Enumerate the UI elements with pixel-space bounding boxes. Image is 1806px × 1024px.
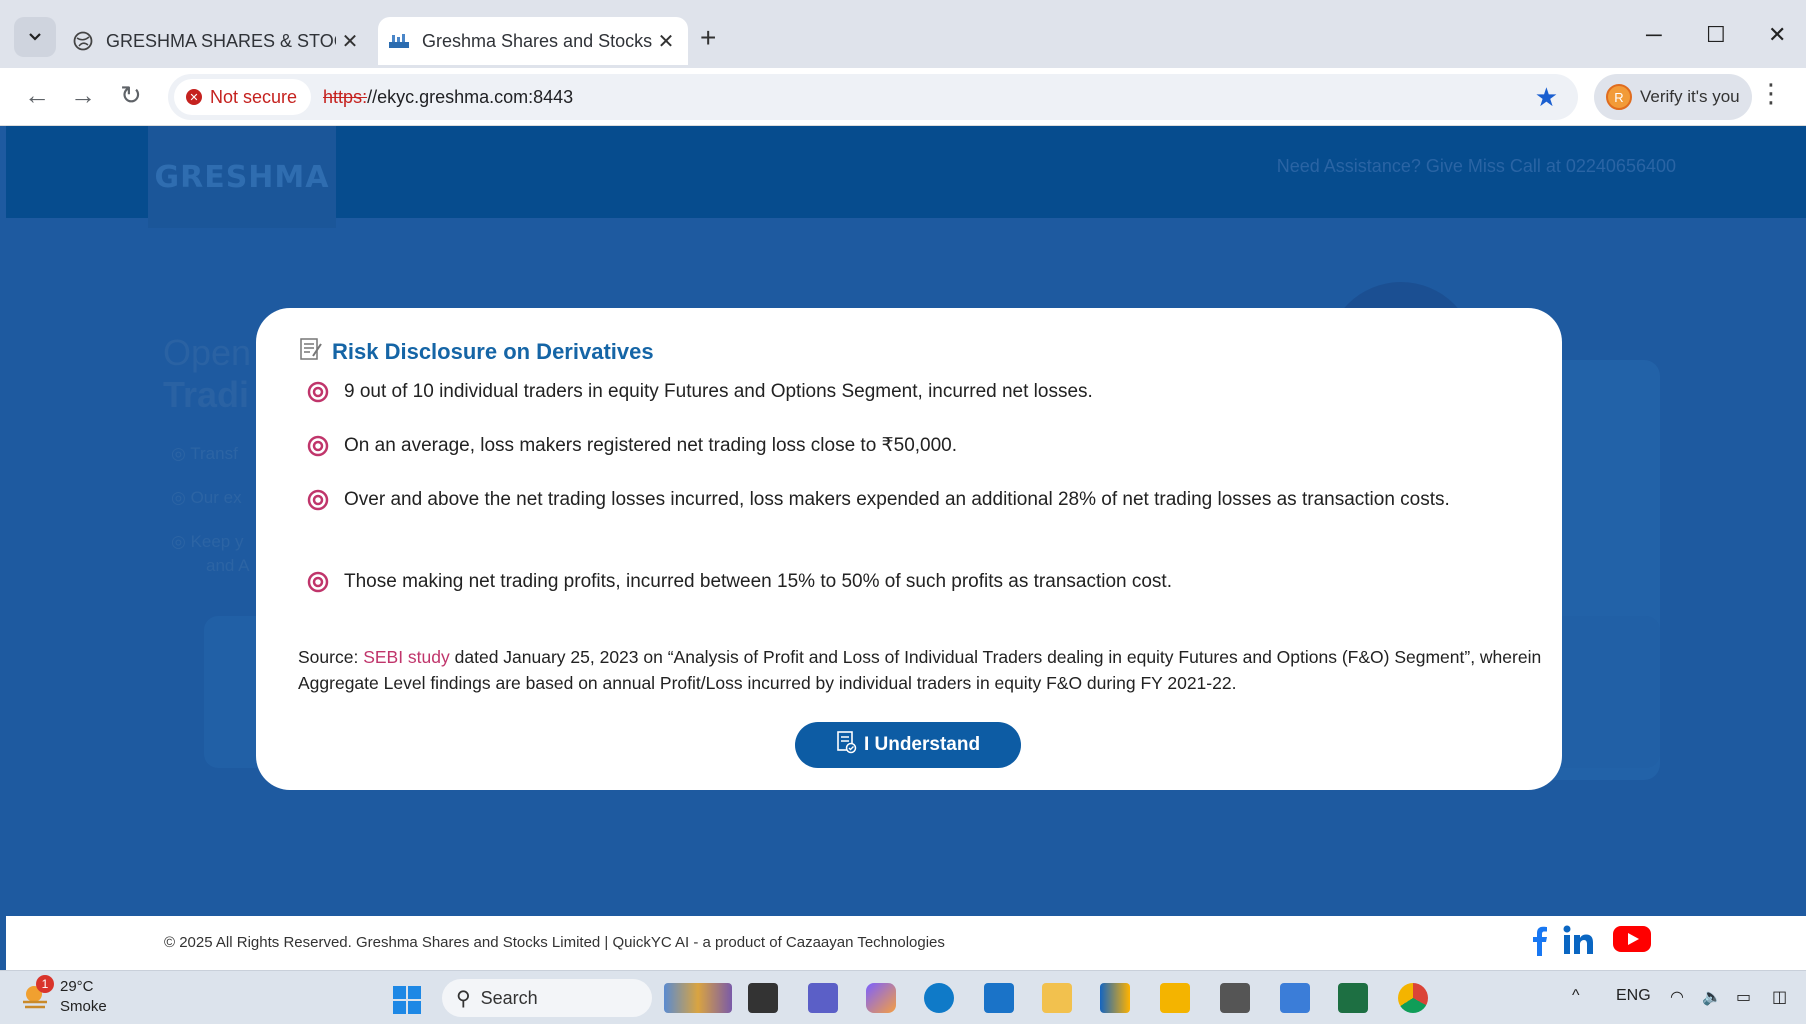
button-label: I Understand	[863, 734, 981, 755]
sebi-study-link[interactable]: SEBI study	[363, 647, 450, 667]
target-bullet-icon	[307, 435, 329, 457]
minimize-icon[interactable]: ─	[1646, 22, 1662, 48]
browser-toolbar: ← → ↻ ✕ Not secure https: //ekyc.greshma…	[0, 68, 1806, 126]
hero-line2: Tradi	[163, 374, 250, 415]
notifications-icon[interactable]: ◫	[1772, 987, 1787, 1007]
document-check-icon	[836, 730, 858, 760]
hero-bullet: ◎ Transf	[171, 444, 238, 463]
windows-start-icon[interactable]	[392, 985, 422, 1015]
url-scheme: https:	[323, 86, 368, 107]
search-icon: ⚲	[456, 987, 471, 1010]
browser-tab-bar: GRESHMA SHARES & STOCKS L ✕ Greshma Shar…	[0, 0, 1806, 68]
store-icon[interactable]	[1100, 983, 1130, 1013]
vnc-viewer-icon[interactable]	[1220, 983, 1250, 1013]
facebook-icon[interactable]	[1530, 924, 1548, 956]
close-tab-icon[interactable]: ✕	[652, 29, 680, 54]
close-window-icon[interactable]: ✕	[1768, 22, 1786, 48]
i-understand-button[interactable]: I Understand	[795, 722, 1021, 768]
tab-title: GRESHMA SHARES & STOCKS L	[106, 30, 336, 51]
weather-condition: Smoke	[60, 998, 107, 1015]
security-chip[interactable]: ✕ Not secure	[174, 79, 312, 115]
hero-heading: Open Tradi	[163, 332, 251, 416]
new-tab-icon[interactable]: +	[700, 22, 716, 54]
youtube-icon[interactable]	[1612, 924, 1652, 954]
volume-icon[interactable]: 🔈	[1702, 987, 1722, 1007]
disclosure-text: 9 out of 10 individual traders in equity…	[344, 381, 1093, 402]
profile-avatar: R	[1606, 84, 1632, 110]
site-favicon-icon	[388, 30, 410, 52]
browser-menu-icon[interactable]: ⋮	[1758, 78, 1784, 109]
weather-widget[interactable]: 1 29°C Smoke	[20, 975, 107, 1017]
mail-icon[interactable]	[984, 983, 1014, 1013]
tab-greshma-ekyc-active[interactable]: Greshma Shares and Stocks Lim ✕	[378, 17, 688, 65]
maximize-icon[interactable]: ☐	[1706, 22, 1726, 48]
notepad-icon[interactable]	[1280, 983, 1310, 1013]
linkedin-icon[interactable]	[1562, 924, 1596, 956]
file-explorer-icon[interactable]	[1042, 983, 1072, 1013]
disclosure-text: On an average, loss makers registered ne…	[344, 435, 958, 456]
risk-disclosure-modal: Risk Disclosure on Derivatives 9 out of …	[256, 308, 1562, 790]
verify-identity-button[interactable]: R Verify it's you	[1594, 74, 1752, 120]
hero-line1: Open	[163, 332, 252, 373]
document-edit-icon	[298, 336, 324, 368]
taskbar-search[interactable]: ⚲ Search	[442, 979, 652, 1017]
temperature: 29°C	[60, 978, 94, 995]
back-icon[interactable]: ←	[24, 80, 50, 111]
notification-badge: 1	[36, 975, 54, 993]
security-label: Not secure	[210, 86, 298, 107]
logo-text: GRESHMA	[154, 159, 330, 195]
windows-taskbar: 1 29°C Smoke ⚲ Search ^ ENG ◠ 🔈 ▭ ◫	[0, 970, 1806, 1024]
modal-title-text: Risk Disclosure on Derivatives	[332, 339, 654, 364]
copyright-text: © 2025 All Rights Reserved. Greshma Shar…	[164, 934, 945, 951]
disclosure-point: 9 out of 10 individual traders in equity…	[306, 378, 1556, 406]
terminal-icon[interactable]	[748, 983, 778, 1013]
chrome-icon[interactable]	[1398, 983, 1428, 1013]
copilot-icon[interactable]	[866, 983, 896, 1013]
excel-icon[interactable]	[1338, 983, 1368, 1013]
tab-search-dropdown-icon[interactable]	[14, 17, 56, 57]
source-note: Source: SEBI study dated January 25, 202…	[298, 647, 1542, 693]
battery-icon[interactable]: ▭	[1736, 987, 1751, 1007]
target-bullet-icon	[307, 489, 329, 511]
modal-title: Risk Disclosure on Derivatives	[298, 336, 654, 368]
language-indicator[interactable]: ENG	[1616, 987, 1651, 1005]
forward-icon[interactable]: →	[70, 80, 96, 111]
hero-bullet: and A	[206, 556, 250, 575]
close-tab-icon[interactable]: ✕	[336, 29, 364, 54]
site-footer: © 2025 All Rights Reserved. Greshma Shar…	[6, 916, 1806, 970]
disclosure-point: Those making net trading profits, incurr…	[306, 568, 1556, 596]
wifi-icon[interactable]: ◠	[1670, 987, 1684, 1007]
url-text: //ekyc.greshma.com:8443	[367, 86, 574, 107]
site-logo[interactable]: GRESHMA	[148, 126, 336, 228]
address-bar[interactable]: ✕ Not secure https: //ekyc.greshma.com:8…	[168, 74, 1578, 120]
target-bullet-icon	[307, 381, 329, 403]
search-label: Search	[480, 987, 538, 1008]
hero-bullet: ◎ Our ex	[171, 488, 242, 507]
disclosure-text: Those making net trading profits, incurr…	[344, 571, 1172, 592]
not-secure-icon: ✕	[186, 89, 202, 105]
widgets-icon[interactable]	[664, 983, 732, 1013]
teams-icon[interactable]	[808, 983, 838, 1013]
assistance-text: Need Assistance? Give Miss Call at 02240…	[1276, 156, 1676, 176]
globe-icon	[72, 30, 94, 52]
disclosure-point: On an average, loss makers registered ne…	[306, 432, 1556, 460]
target-bullet-icon	[307, 571, 329, 593]
hero-bullet: ◎ Keep y	[171, 532, 244, 551]
verify-label: Verify it's you	[1640, 87, 1740, 106]
reload-icon[interactable]: ↻	[120, 80, 142, 111]
edge-icon[interactable]	[924, 983, 954, 1013]
show-hidden-icons-icon[interactable]: ^	[1572, 987, 1580, 1005]
tab-title: Greshma Shares and Stocks Lim	[422, 30, 652, 51]
disclosure-point: Over and above the net trading losses in…	[306, 486, 1556, 514]
bookmark-star-icon[interactable]: ★	[1535, 82, 1558, 113]
disclosure-text: Over and above the net trading losses in…	[344, 489, 1450, 510]
tab-greshma-shares-stocks[interactable]: GRESHMA SHARES & STOCKS L ✕	[62, 17, 372, 65]
app-icon[interactable]	[1160, 983, 1190, 1013]
